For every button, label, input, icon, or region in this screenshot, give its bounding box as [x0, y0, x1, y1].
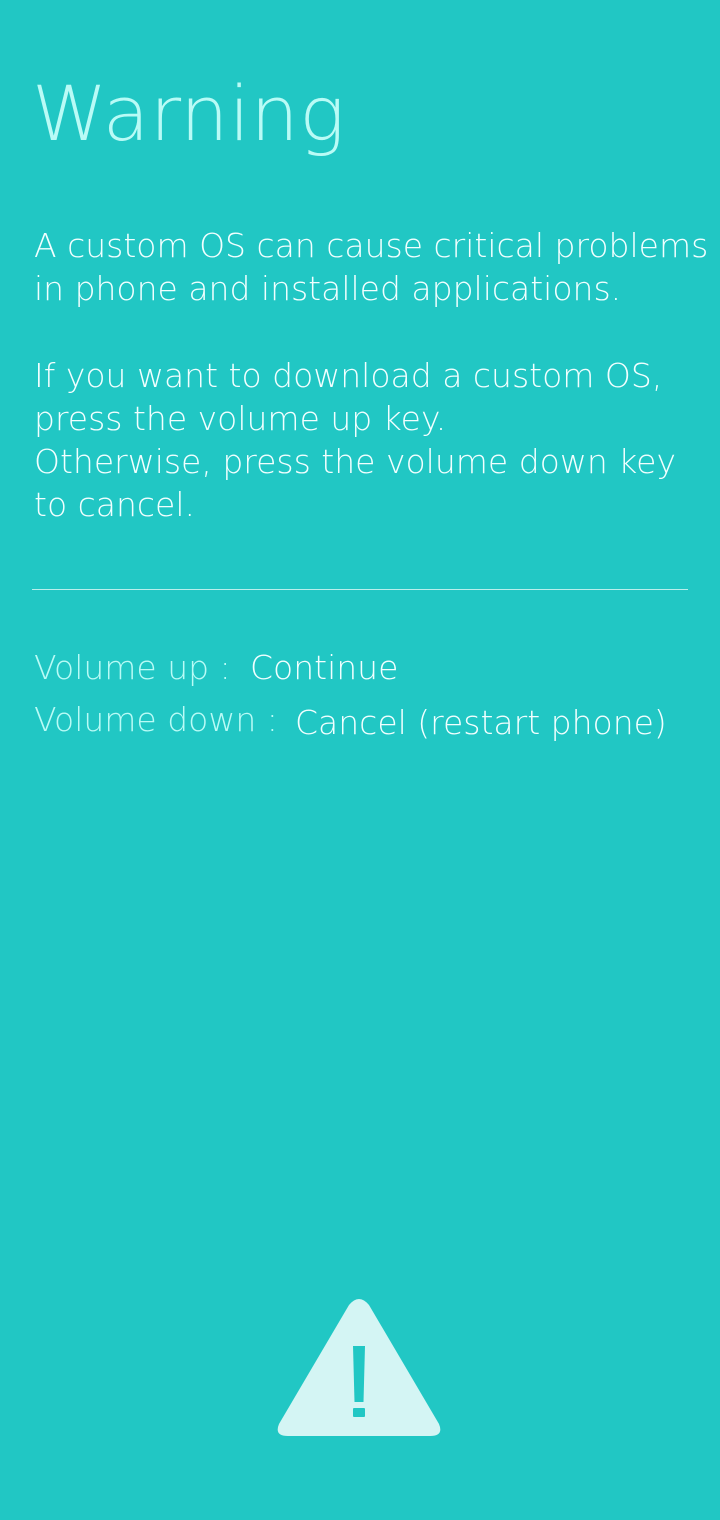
volume-up-option[interactable]: Volume up : Continue — [34, 648, 398, 687]
instruction-line: to cancel. — [34, 485, 196, 524]
divider — [32, 589, 688, 590]
page-title: Warning — [32, 69, 346, 158]
warning-triangle-icon — [277, 1299, 441, 1436]
risk-description: A custom OS can cause critical problems … — [34, 224, 709, 310]
instruction-line: press the volume up key. — [34, 399, 447, 438]
download-mode-warning-screen: Warning A custom OS can cause critical p… — [0, 0, 720, 1520]
volume-down-option[interactable]: Volume down : Cancel (restart phone) — [34, 700, 667, 742]
continue-action-label: Continue — [250, 648, 399, 687]
cancel-action-label: Cancel (restart phone) — [295, 703, 667, 742]
instruction-line: Otherwise, press the volume down key — [34, 442, 676, 481]
description-line: in phone and installed applications. — [34, 269, 622, 308]
instruction-line: If you want to download a custom OS, — [34, 356, 663, 395]
instructions: If you want to download a custom OS, pre… — [34, 354, 694, 526]
volume-down-key-label: Volume down : — [34, 700, 278, 739]
volume-up-key-label: Volume up : — [34, 648, 231, 687]
description-line: A custom OS can cause critical problems — [34, 226, 709, 265]
